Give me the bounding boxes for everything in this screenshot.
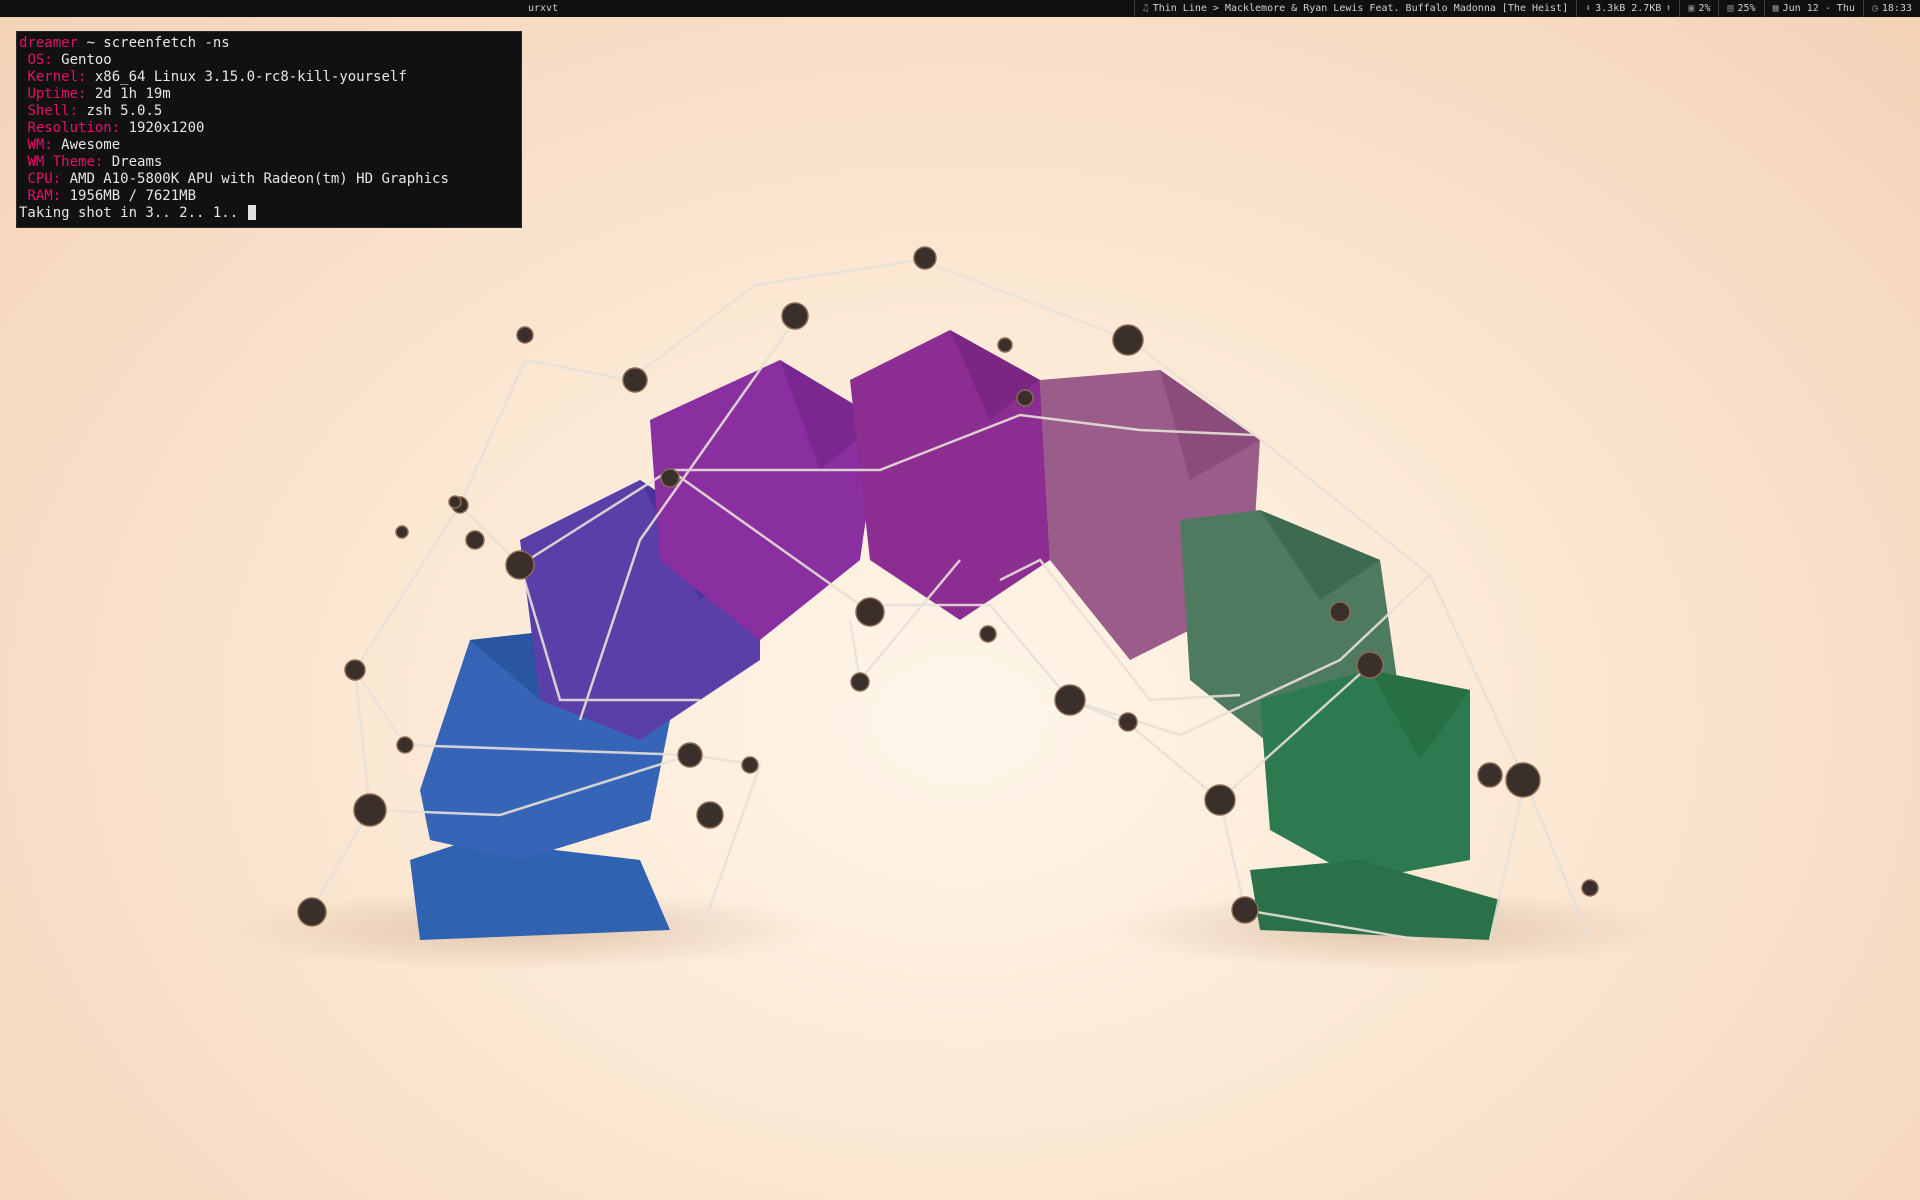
status-widgets: ♫ Thin Line > Macklemore & Ryan Lewis Fe… [1133, 0, 1920, 17]
info-key: CPU: [27, 171, 62, 187]
info-line-uptime: Uptime: 2d 1h 19m [19, 86, 519, 103]
info-value: 1956MB / 7621MB [61, 188, 197, 204]
info-value: x86_64 Linux 3.15.0-rc8-kill-yourself [86, 69, 407, 85]
music-note-icon: ♫ [1142, 3, 1149, 14]
countdown-text: Taking shot in 3.. 2.. 1.. [19, 205, 247, 221]
cpu-icon: ▣ [1688, 3, 1695, 14]
now-playing-text: Thin Line > Macklemore & Ryan Lewis Feat… [1152, 3, 1569, 14]
info-line-os: OS: Gentoo [19, 52, 519, 69]
top-status-bar: urxvt ♫ Thin Line > Macklemore & Ryan Le… [0, 0, 1920, 17]
info-line-shell: Shell: zsh 5.0.5 [19, 103, 519, 120]
info-line-wm: WM: Awesome [19, 137, 519, 154]
network-widget: ⬇ 3.3kB 2.7KB ⬆ [1576, 0, 1679, 17]
memory-widget: ▤ 25% [1718, 0, 1763, 17]
prompt-path: ~ [78, 35, 95, 51]
window-title[interactable]: urxvt [528, 0, 558, 17]
info-key: Kernel: [27, 69, 87, 85]
info-value: Gentoo [52, 52, 112, 68]
prompt-user: dreamer [19, 35, 79, 51]
info-value: Awesome [52, 137, 121, 153]
info-key: Uptime: [27, 86, 87, 102]
info-key: RAM: [27, 188, 62, 204]
network-speed-text: 3.3kB 2.7KB [1595, 3, 1662, 14]
clock-icon: ◷ [1871, 3, 1878, 14]
info-value: 1920x1200 [120, 120, 205, 136]
cpu-widget: ▣ 2% [1679, 0, 1718, 17]
calendar-icon: ▦ [1772, 3, 1779, 14]
info-value: zsh 5.0.5 [78, 103, 163, 119]
clock-widget[interactable]: ◷ 18:33 [1862, 0, 1920, 17]
prompt-line: dreamer ~ screenfetch -ns [19, 35, 519, 52]
info-key: Resolution: [27, 120, 121, 136]
info-value: AMD A10-5800K APU with Radeon(tm) HD Gra… [61, 171, 449, 187]
info-key: WM: [27, 137, 53, 153]
info-line-cpu: CPU: AMD A10-5800K APU with Radeon(tm) H… [19, 171, 519, 188]
info-value: 2d 1h 19m [86, 86, 171, 102]
music-widget[interactable]: ♫ Thin Line > Macklemore & Ryan Lewis Fe… [1133, 0, 1576, 17]
info-line-resolution: Resolution: 1920x1200 [19, 120, 519, 137]
clock-text: 18:33 [1881, 3, 1912, 14]
info-line-kernel: Kernel: x86_64 Linux 3.15.0-rc8-kill-you… [19, 69, 519, 86]
command-text: screenfetch -ns [94, 35, 230, 51]
date-text: Jun 12 - Thu [1782, 3, 1855, 14]
countdown-line: Taking shot in 3.. 2.. 1.. [19, 205, 519, 222]
download-arrow-icon: ⬇ [1585, 3, 1592, 14]
info-key: Shell: [27, 103, 79, 119]
memory-usage-text: 25% [1737, 3, 1756, 14]
info-key: OS: [27, 52, 53, 68]
memory-icon: ▤ [1727, 3, 1734, 14]
urxvt-terminal-window[interactable]: dreamer ~ screenfetch -ns OS: Gentoo Ker… [16, 31, 522, 228]
text-cursor [247, 205, 256, 220]
date-widget[interactable]: ▦ Jun 12 - Thu [1763, 0, 1863, 17]
cpu-usage-text: 2% [1698, 3, 1711, 14]
info-line-ram: RAM: 1956MB / 7621MB [19, 188, 519, 205]
info-key: WM Theme: [27, 154, 104, 170]
info-line-wm-theme: WM Theme: Dreams [19, 154, 519, 171]
upload-arrow-icon: ⬆ [1665, 3, 1672, 14]
info-value: Dreams [103, 154, 163, 170]
